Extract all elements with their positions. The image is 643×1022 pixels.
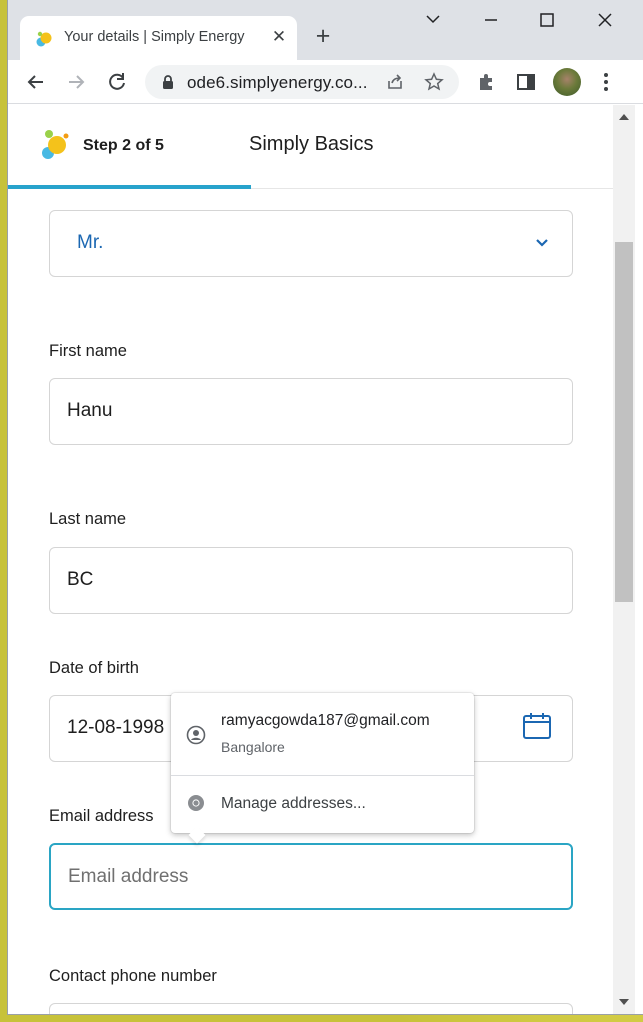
scroll-down-arrow-icon[interactable]: [618, 997, 630, 1007]
page-content: Step 2 of 5 Simply Basics Mr. First name…: [8, 105, 613, 1014]
dob-label: Date of birth: [49, 659, 139, 677]
first-name-label: First name: [49, 342, 127, 360]
person-circle-icon: [186, 725, 206, 745]
side-panel-icon[interactable]: [513, 69, 539, 95]
tab-search-chevron-icon[interactable]: [418, 8, 448, 32]
scrollbar-thumb[interactable]: [615, 242, 633, 602]
dob-value: 12-08-1998: [67, 717, 165, 738]
email-field[interactable]: Email address: [49, 843, 573, 910]
reload-icon[interactable]: [104, 69, 130, 95]
browser-toolbar: ode6.simplyenergy.co...: [8, 60, 643, 104]
tab-title: Your details | Simply Energy: [64, 29, 245, 45]
autofill-city: Bangalore: [221, 739, 285, 755]
more-menu-icon[interactable]: [593, 69, 619, 95]
forward-icon[interactable]: [63, 69, 89, 95]
browser-window: Your details | Simply Energy ✕ + ode6.si…: [8, 0, 643, 1014]
first-name-value: Hanu: [67, 400, 113, 421]
new-tab-icon[interactable]: +: [311, 24, 335, 49]
lock-icon[interactable]: [161, 74, 175, 90]
browser-tab[interactable]: Your details | Simply Energy ✕: [20, 16, 297, 60]
address-bar[interactable]: ode6.simplyenergy.co...: [145, 65, 459, 99]
chrome-icon: [188, 795, 204, 811]
autofill-popup: ramyacgowda187@gmail.com Bangalore Manag…: [171, 693, 474, 844]
step-indicator: Step 2 of 5: [83, 137, 164, 154]
title-select[interactable]: Mr.: [49, 210, 573, 277]
minimize-icon[interactable]: [476, 8, 506, 32]
bookmark-star-icon[interactable]: [424, 72, 444, 92]
chevron-down-icon: [536, 239, 548, 247]
share-icon[interactable]: [385, 72, 405, 92]
email-label: Email address: [49, 807, 154, 825]
phone-label: Contact phone number: [49, 967, 217, 985]
back-icon[interactable]: [23, 69, 49, 95]
window-edge: [635, 105, 643, 1014]
title-select-value: Mr.: [77, 232, 104, 253]
manage-addresses-label: Manage addresses...: [221, 795, 366, 812]
simply-energy-favicon-icon: [36, 31, 52, 47]
page-scrollbar[interactable]: [613, 105, 635, 1014]
manage-addresses-item[interactable]: Manage addresses...: [171, 776, 474, 833]
simply-energy-logo-icon: [42, 130, 69, 159]
autofill-email: ramyacgowda187@gmail.com: [221, 712, 430, 729]
maximize-icon[interactable]: [532, 8, 562, 32]
last-name-field[interactable]: BC: [49, 547, 573, 614]
calendar-icon[interactable]: [522, 711, 552, 741]
tab-strip: Your details | Simply Energy ✕ +: [8, 0, 643, 60]
url-text: ode6.simplyenergy.co...: [187, 73, 368, 92]
plan-title[interactable]: Simply Basics: [249, 133, 373, 156]
close-window-icon[interactable]: [590, 8, 620, 32]
last-name-value: BC: [67, 569, 94, 590]
stepper-header: Step 2 of 5 Simply Basics: [8, 105, 613, 189]
phone-field[interactable]: [49, 1003, 573, 1014]
scroll-up-arrow-icon[interactable]: [618, 112, 630, 122]
tab-close-icon[interactable]: ✕: [269, 27, 289, 47]
last-name-label: Last name: [49, 510, 127, 528]
active-step-underline: [8, 185, 251, 189]
profile-avatar[interactable]: [553, 68, 581, 96]
extensions-puzzle-icon[interactable]: [474, 69, 500, 95]
email-placeholder: Email address: [68, 866, 189, 887]
autofill-suggestion[interactable]: ramyacgowda187@gmail.com Bangalore: [171, 693, 474, 775]
first-name-field[interactable]: Hanu: [49, 378, 573, 445]
